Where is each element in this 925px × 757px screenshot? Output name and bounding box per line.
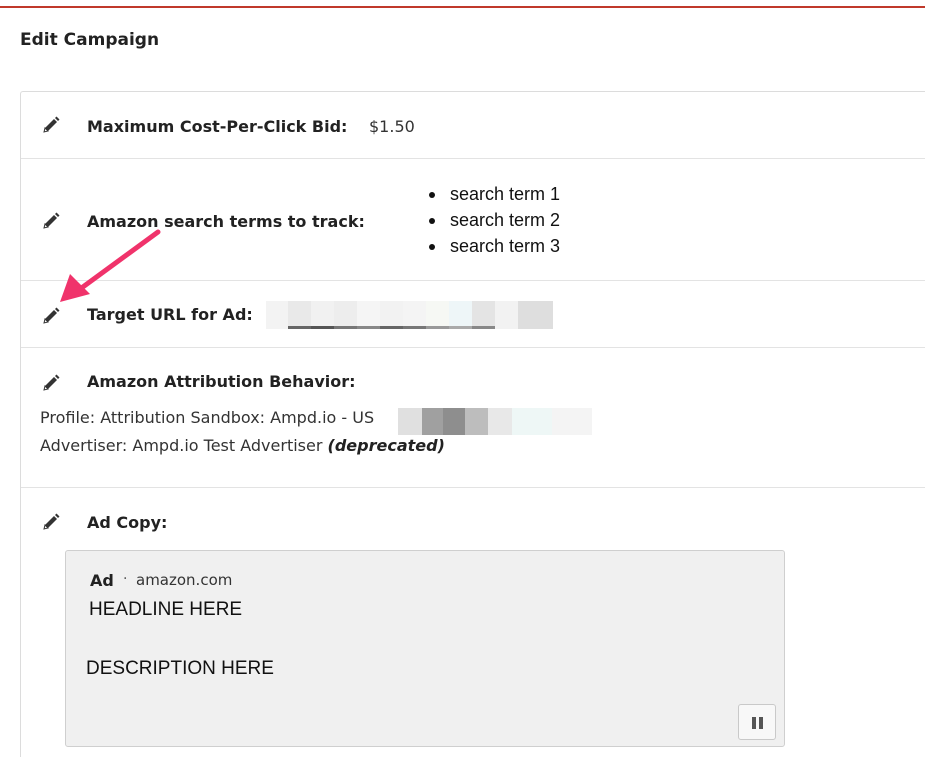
ad-preview: Ad · amazon.com HEADLINE HERE DESCRIPTIO… (65, 550, 785, 747)
redacted-url (266, 301, 601, 329)
pencil-icon[interactable] (41, 306, 61, 326)
ad-separator: · (123, 571, 128, 587)
ad-domain: amazon.com (136, 571, 233, 589)
page-title: Edit Campaign (20, 30, 160, 50)
ad-copy-row: Ad Copy: Ad · amazon.com HEADLINE HERE D… (21, 488, 925, 757)
ad-copy-label: Ad Copy: (87, 513, 168, 532)
pencil-icon[interactable] (41, 115, 61, 135)
target-url-label: Target URL for Ad: (87, 305, 253, 324)
search-terms-list: search term 1 search term 2 search term … (429, 181, 560, 259)
attribution-label: Amazon Attribution Behavior: (87, 372, 356, 391)
list-item: search term 3 (429, 233, 560, 259)
pencil-icon[interactable] (41, 211, 61, 231)
bid-row: Maximum Cost-Per-Click Bid: $1.50 (21, 92, 925, 159)
bid-value: $1.50 (369, 117, 415, 136)
pencil-icon[interactable] (41, 512, 61, 532)
list-item: search term 2 (429, 207, 560, 233)
attribution-profile: Profile: Attribution Sandbox: Ampd.io - … (40, 408, 375, 427)
bid-label: Maximum Cost-Per-Click Bid: (87, 117, 348, 136)
ad-description: DESCRIPTION HERE (86, 658, 274, 679)
arrow-icon (60, 229, 161, 302)
attribution-advertiser: Advertiser: Ampd.io Test Advertiser (dep… (40, 436, 445, 455)
pause-button[interactable] (738, 704, 776, 740)
pencil-icon[interactable] (41, 373, 61, 393)
list-item: search term 1 (429, 181, 560, 207)
deprecated-tag: (deprecated) (327, 436, 445, 455)
ad-headline: HEADLINE HERE (89, 599, 243, 620)
redacted-profile-id (398, 408, 592, 435)
ad-tag: Ad (90, 571, 114, 590)
campaign-panel: Maximum Cost-Per-Click Bid: $1.50 Amazon… (20, 91, 925, 757)
top-accent-line (0, 6, 925, 8)
attribution-row: Amazon Attribution Behavior: Profile: At… (21, 348, 925, 488)
